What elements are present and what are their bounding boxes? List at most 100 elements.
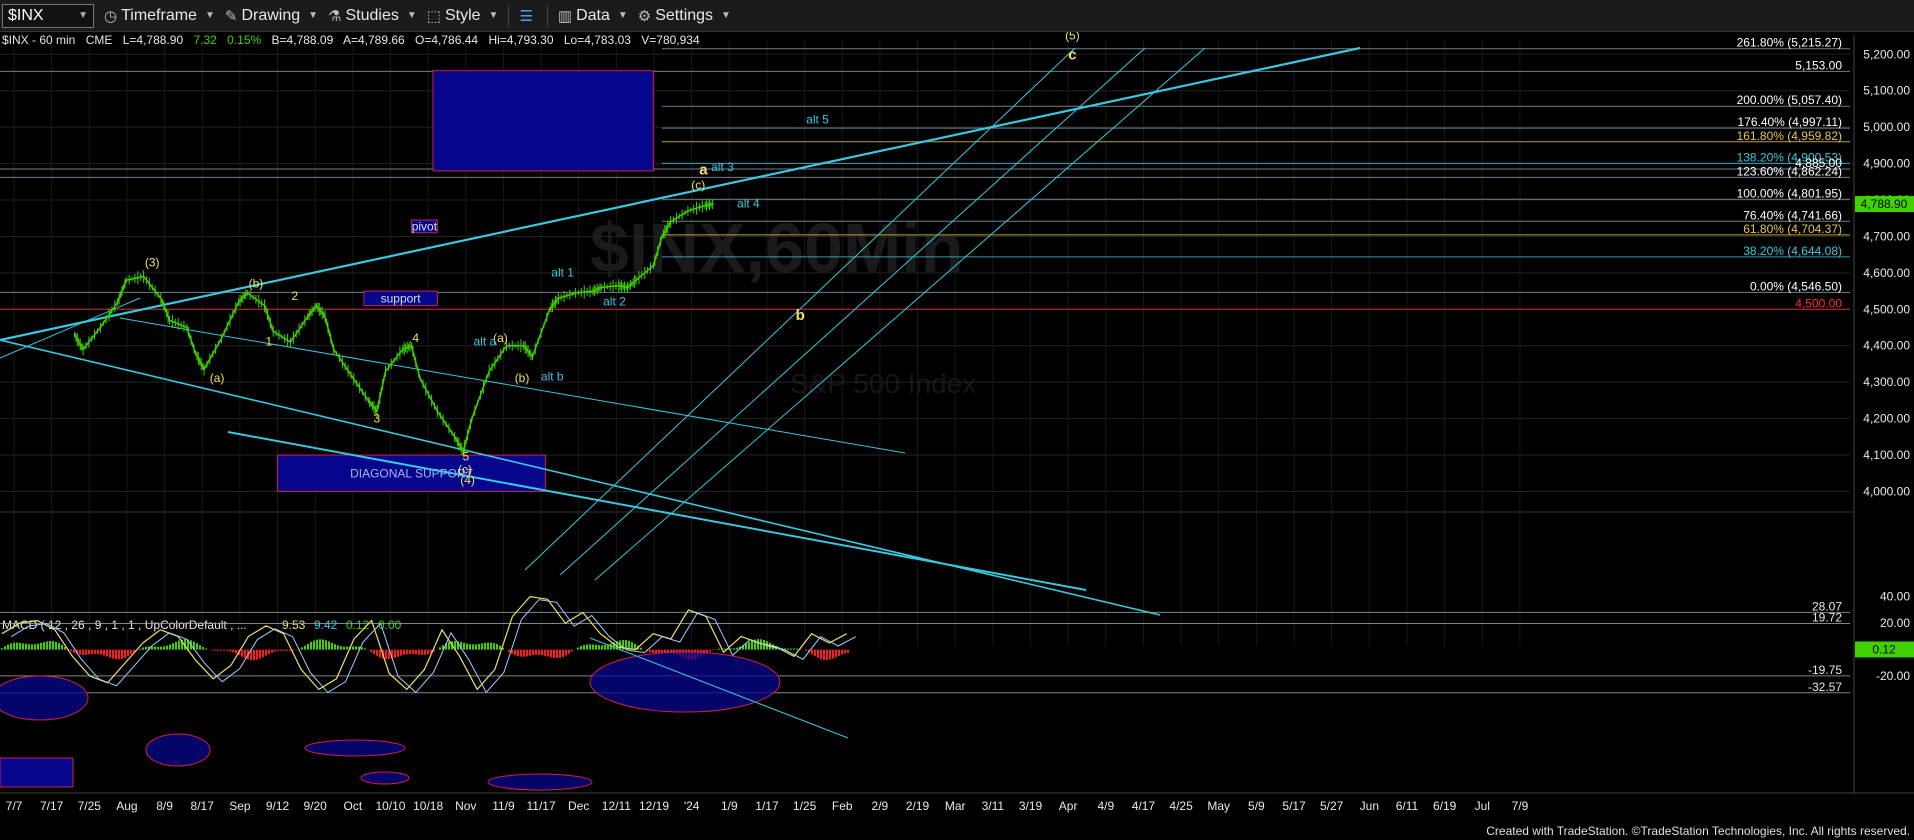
wave-label: c bbox=[1068, 47, 1076, 64]
symbol-interval: $INX - 60 min bbox=[2, 33, 76, 47]
macd-level-label: 19.72 bbox=[1812, 611, 1842, 625]
wave-label: alt 5 bbox=[806, 112, 829, 126]
x-tick-label: 6/11 bbox=[1396, 799, 1419, 813]
studies-label: Studies bbox=[345, 6, 399, 24]
fib-level-label: 0.00% (4,546.50) bbox=[1750, 279, 1842, 293]
x-tick-label: 7/7 bbox=[6, 799, 23, 813]
volume: V=780,934 bbox=[641, 33, 700, 47]
x-tick-label: 10/18 bbox=[413, 799, 443, 813]
y-tick-label: 4,300.00 bbox=[1863, 375, 1910, 389]
quote-info-line: $INX - 60 min CME L=4,788.90 7.32 0.15% … bbox=[2, 33, 707, 47]
fib-level-label: 200.00% (5,057.40) bbox=[1737, 93, 1842, 107]
x-tick-label: 1/9 bbox=[721, 799, 738, 813]
x-tick-label: '24 bbox=[684, 799, 700, 813]
y-tick-label: 5,100.00 bbox=[1863, 84, 1910, 98]
clock-icon: ◷ bbox=[104, 7, 118, 25]
chevron-down-icon: ▼ bbox=[617, 10, 628, 21]
wave-label: (4) bbox=[460, 473, 475, 487]
x-tick-label: 4/25 bbox=[1169, 799, 1193, 813]
macd-ellipse bbox=[0, 675, 89, 721]
drawing-label: Drawing bbox=[241, 6, 301, 24]
y-tick-label: 4,200.00 bbox=[1863, 412, 1910, 426]
fib-level-label: 100.00% (4,801.95) bbox=[1737, 186, 1842, 200]
last-price-label: 4,788.90 bbox=[1861, 197, 1908, 211]
settings-button[interactable]: ⚙ Settings ▼ bbox=[638, 7, 731, 25]
fib-level-label: 76.40% (4,741.66) bbox=[1743, 208, 1842, 222]
macd-level-label: -19.75 bbox=[1808, 663, 1842, 677]
exchange: CME bbox=[85, 33, 113, 47]
x-tick-label: Jun bbox=[1360, 799, 1379, 813]
trendline-diag-upper bbox=[119, 317, 906, 454]
wave-label: alt 1 bbox=[551, 266, 574, 280]
wave-label: (b) bbox=[515, 371, 530, 385]
y-tick-label: 5,000.00 bbox=[1863, 120, 1910, 134]
wave-label: alt 3 bbox=[711, 160, 734, 174]
layout-icon: ☰ bbox=[519, 7, 533, 25]
x-tick-label: 8/9 bbox=[156, 799, 173, 813]
x-tick-label: 1/25 bbox=[793, 799, 817, 813]
macd-ellipse bbox=[589, 651, 781, 713]
watermark-title: $INX,60Min bbox=[590, 209, 963, 287]
wave-label: b bbox=[796, 307, 805, 324]
studies-button[interactable]: ⚗ Studies ▼ bbox=[328, 7, 417, 25]
watermark-subtitle: S&P 500 Index bbox=[790, 368, 976, 399]
last-price: L=4,788.90 bbox=[122, 33, 184, 47]
x-tick-label: 9/20 bbox=[304, 799, 328, 813]
timeframe-button[interactable]: ◷ Timeframe ▼ bbox=[104, 7, 215, 25]
y-tick-label: 4,000.00 bbox=[1863, 484, 1910, 498]
chart-svg[interactable]: $INX,60Min S&P 500 Index 4,000.00 4,100.00 4… bbox=[0, 0, 1914, 840]
macd-zone-box bbox=[0, 757, 74, 788]
y-tick-label: 4,900.00 bbox=[1863, 157, 1910, 171]
wave-label: 1 bbox=[266, 335, 273, 349]
wave-label: (c) bbox=[691, 178, 705, 192]
wave-label: 3 bbox=[374, 411, 381, 425]
chevron-down-icon: ▼ bbox=[721, 10, 731, 21]
ask-price: A=4,789.66 bbox=[342, 33, 405, 47]
symbol-value: $INX bbox=[8, 6, 44, 24]
macd-ellipse bbox=[145, 733, 211, 767]
x-tick-label: 12/19 bbox=[639, 799, 669, 813]
x-tick-label: 10/10 bbox=[375, 799, 405, 813]
x-tick-label: 5/17 bbox=[1282, 799, 1306, 813]
wave-label: (b) bbox=[249, 276, 264, 290]
toolbar: $INX ▼ ◷ Timeframe ▼ ✎ Drawing ▼ ⚗ Studi… bbox=[0, 0, 1914, 32]
x-tick-label: Apr bbox=[1059, 799, 1078, 813]
x-tick-label: Sep bbox=[229, 799, 251, 813]
y-tick-label: 4,500.00 bbox=[1863, 302, 1910, 316]
drawing-button[interactable]: ✎ Drawing ▼ bbox=[225, 7, 318, 25]
trendline-upper bbox=[0, 46, 1361, 342]
fib-level-label: 4,500.00 bbox=[1795, 296, 1842, 310]
x-tick-label: 3/11 bbox=[982, 799, 1005, 813]
fib-level-label: 61.80% (4,704.37) bbox=[1743, 222, 1842, 236]
x-tick-label: 7/25 bbox=[78, 799, 102, 813]
zone-label: support bbox=[381, 291, 422, 305]
chevron-down-icon[interactable]: ▼ bbox=[78, 10, 88, 21]
y-tick-label: 4,400.00 bbox=[1863, 339, 1910, 353]
x-tick-label: May bbox=[1207, 799, 1230, 813]
data-label: Data bbox=[576, 6, 610, 24]
macd-value: 0.12 bbox=[346, 618, 370, 632]
symbol-input[interactable]: $INX ▼ bbox=[2, 3, 94, 28]
macd-y-tick: -20.00 bbox=[1876, 669, 1910, 683]
chevron-down-icon: ▼ bbox=[308, 10, 319, 21]
style-button[interactable]: ⬚ Style ▼ bbox=[427, 7, 499, 25]
footer-credit: Created with TradeStation. ©TradeStation… bbox=[1486, 824, 1910, 838]
fib-level-label: 261.80% (5,215.27) bbox=[1737, 36, 1842, 50]
macd-value: 9.53 bbox=[282, 618, 306, 632]
fib-level-label: 5,153.00 bbox=[1795, 58, 1842, 72]
x-tick-label: 2/9 bbox=[872, 799, 889, 813]
y-tick-label: 5,200.00 bbox=[1863, 47, 1910, 61]
data-button[interactable]: ▥ Data ▼ bbox=[558, 7, 628, 25]
x-tick-label: 8/17 bbox=[191, 799, 215, 813]
open-price: O=4,786.44 bbox=[415, 33, 479, 47]
layout-button[interactable]: ☰ bbox=[519, 7, 536, 25]
wave-label: (3) bbox=[145, 255, 160, 269]
x-tick-label: 5/9 bbox=[1248, 799, 1265, 813]
x-tick-label: 3/19 bbox=[1019, 799, 1043, 813]
fib-level-label: 123.60% (4,862.24) bbox=[1737, 164, 1842, 178]
x-tick-label: Jul bbox=[1475, 799, 1490, 813]
y-tick-label: 4,600.00 bbox=[1863, 266, 1910, 280]
macd-y-tick: 20.00 bbox=[1880, 616, 1910, 630]
zone-box bbox=[432, 70, 654, 172]
gear-icon: ⚙ bbox=[637, 7, 652, 25]
